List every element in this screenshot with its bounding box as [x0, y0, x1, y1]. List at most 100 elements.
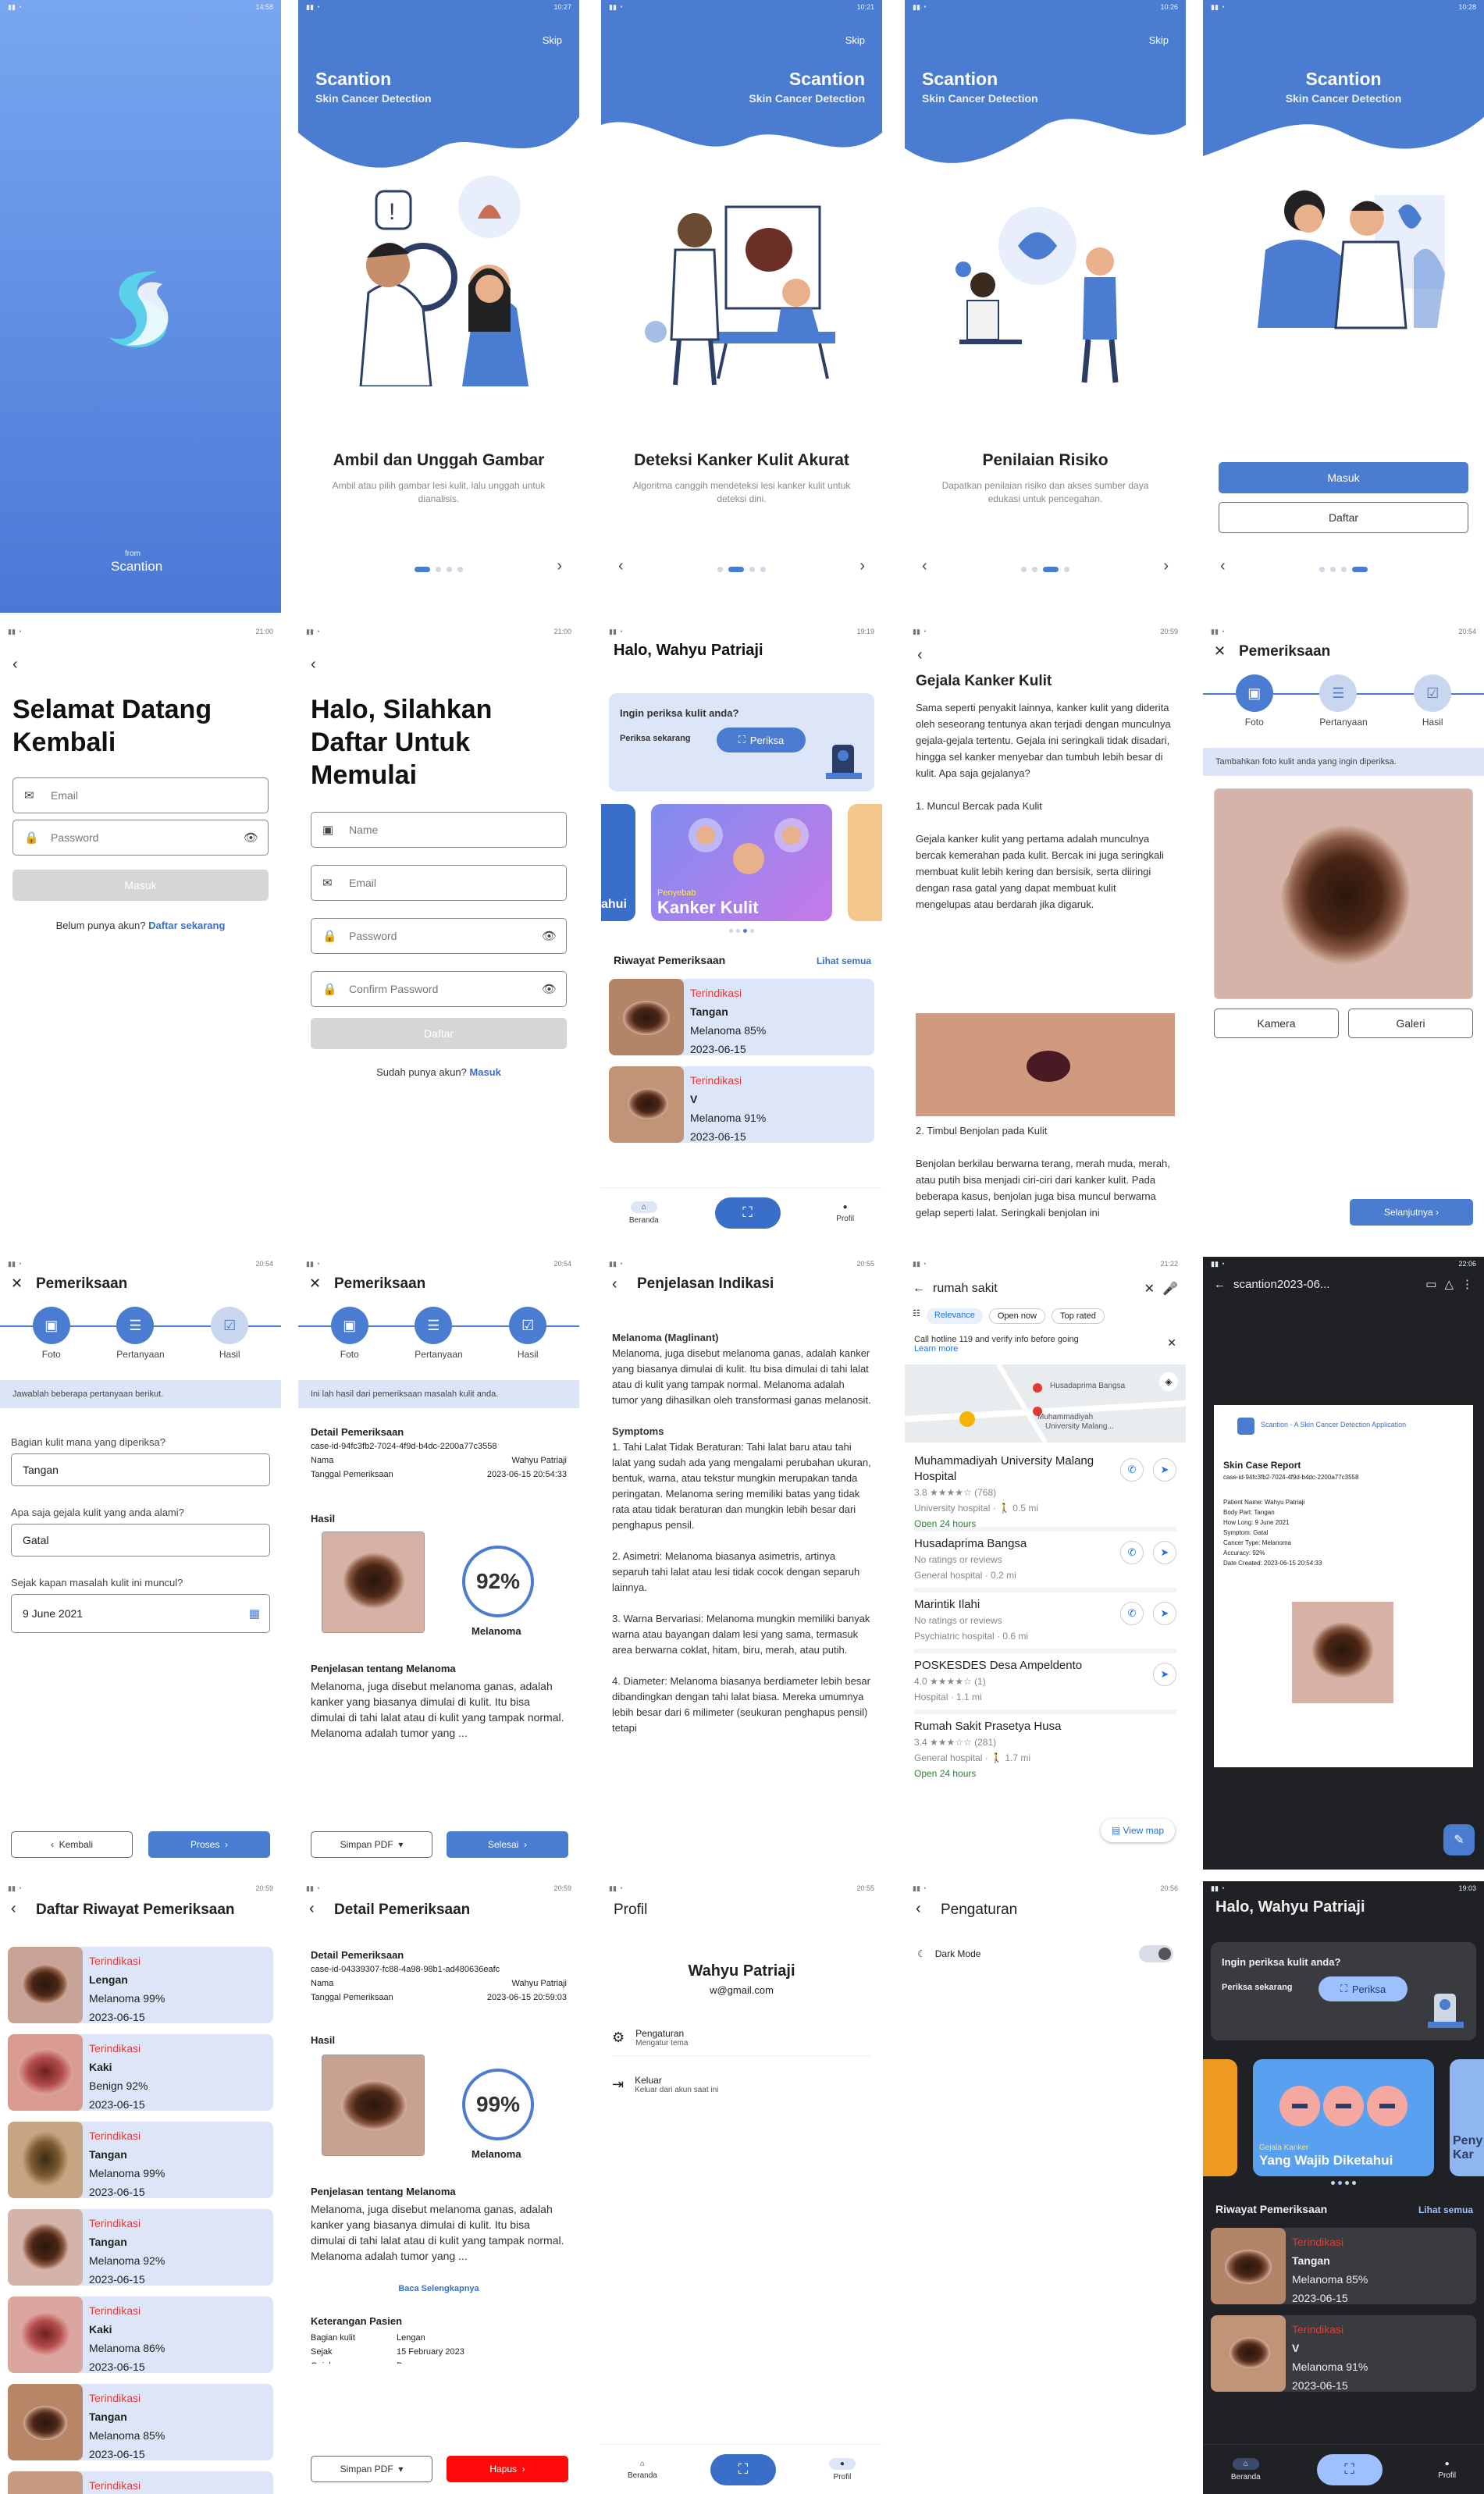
email-field[interactable]: ✉ Email: [311, 865, 567, 901]
prev-arrow-icon[interactable]: ‹: [922, 557, 927, 575]
check-button[interactable]: ⛶ Periksa: [717, 728, 806, 752]
phone-icon[interactable]: ✆: [1120, 1602, 1144, 1625]
place-item[interactable]: Marintik Ilahi No ratings or reviews Psych…: [914, 1588, 1176, 1644]
tab-profile[interactable]: ● Profil: [1438, 2460, 1456, 2480]
name-field[interactable]: ▣ Name: [311, 812, 567, 848]
see-all-link[interactable]: Lihat semua: [817, 955, 871, 966]
close-icon[interactable]: ✕: [11, 1275, 23, 1292]
email-field[interactable]: ✉ Email: [12, 777, 269, 813]
skip-button[interactable]: Skip: [543, 34, 562, 46]
history-card[interactable]: Terindikasi Tangan Melanoma 85% 2023-06-15: [8, 2384, 273, 2460]
tab-home[interactable]: ⌂ Beranda: [629, 1201, 659, 1225]
check-button[interactable]: ⛶ Periksa: [1319, 1976, 1407, 2001]
back-arrow-icon[interactable]: ‹: [917, 646, 923, 664]
more-icon[interactable]: ⋮: [1461, 1277, 1473, 1291]
next-arrow-icon[interactable]: ›: [859, 557, 865, 575]
filter-icon[interactable]: ☷: [913, 1308, 920, 1324]
delete-button[interactable]: Hapus ›: [447, 2456, 568, 2482]
confirm-password-field[interactable]: 🔒 Confirm Password 👁: [311, 971, 567, 1007]
dark-mode-toggle[interactable]: [1139, 1945, 1173, 1962]
directions-icon[interactable]: ➤: [1153, 1458, 1176, 1482]
body-part-input[interactable]: Tangan: [11, 1453, 270, 1486]
eye-icon[interactable]: 👁: [542, 982, 557, 996]
password-field[interactable]: 🔒 Password 👁: [12, 820, 269, 856]
eye-icon[interactable]: 👁: [542, 929, 557, 943]
symptom-input[interactable]: Gatal: [11, 1524, 270, 1557]
banner-carousel[interactable]: ahui Penyebab Kanker Kulit: [601, 804, 882, 921]
place-item[interactable]: POSKESDES Desa Ampeldento 4.0 ★★★★☆ (1) Ho…: [914, 1649, 1176, 1705]
tab-home[interactable]: ⌂ Beranda: [628, 2460, 657, 2480]
chip-top-rated[interactable]: Top rated: [1052, 1308, 1105, 1324]
document-icon[interactable]: ▭: [1425, 1277, 1436, 1291]
next-arrow-icon[interactable]: ›: [557, 557, 562, 575]
register-submit-button[interactable]: Daftar: [311, 1018, 567, 1049]
process-button[interactable]: Proses ›: [148, 1831, 270, 1858]
phone-icon[interactable]: ✆: [1120, 1458, 1144, 1482]
see-all-link[interactable]: Lihat semua: [1418, 2204, 1473, 2215]
prev-arrow-icon[interactable]: ‹: [618, 557, 624, 575]
login-link[interactable]: Masuk: [469, 1066, 500, 1078]
directions-icon[interactable]: ➤: [1153, 1663, 1176, 1686]
close-icon[interactable]: ✕: [1167, 1336, 1176, 1350]
back-arrow-icon[interactable]: ‹: [11, 1900, 16, 1918]
back-arrow-icon[interactable]: ‹: [12, 656, 18, 674]
back-arrow-icon[interactable]: ‹: [916, 1900, 921, 1918]
place-item[interactable]: Rumah Sakit Prasetya Husa 3.4 ★★★☆☆ (281)…: [914, 1710, 1176, 1781]
login-button[interactable]: Masuk: [1219, 462, 1468, 493]
view-map-button[interactable]: ▤ View map: [1100, 1819, 1175, 1842]
gallery-button[interactable]: Galeri: [1348, 1009, 1473, 1038]
next-arrow-icon[interactable]: ›: [1163, 557, 1169, 575]
chip-relevance[interactable]: Relevance: [926, 1308, 983, 1324]
read-more-link[interactable]: Baca Selengkapnya: [298, 2284, 579, 2293]
skip-button[interactable]: Skip: [1149, 34, 1169, 46]
map-view[interactable]: Husadaprima Bangsa Muhammadiyah Universi…: [905, 1364, 1186, 1443]
date-input[interactable]: 9 June 2021 ▦: [11, 1594, 270, 1633]
back-arrow-icon[interactable]: ‹: [309, 1900, 315, 1918]
edit-icon[interactable]: ✎: [1443, 1824, 1475, 1855]
history-card[interactable]: Terindikasi Kaki Benign 92% 2023-06-15: [8, 2034, 273, 2111]
history-card[interactable]: Terindikasi Tangan Melanoma 92% 2023-06-15: [8, 2209, 273, 2286]
tab-profile[interactable]: ● Profil: [828, 2457, 856, 2482]
scan-fab-button[interactable]: ⛶: [714, 1197, 781, 1229]
banner-carousel[interactable]: Gejala Kanker Yang Wajib Diketahui Peny K…: [1203, 2059, 1484, 2176]
scan-fab-button[interactable]: ⛶: [1316, 2453, 1383, 2485]
drive-icon[interactable]: △: [1444, 1277, 1454, 1291]
history-card[interactable]: Terindikasi Tangan Melanoma 85% 2023-06-15: [1211, 2228, 1476, 2304]
place-item[interactable]: Husadaprima Bangsa No ratings or reviews G…: [914, 1527, 1176, 1583]
logout-menu-item[interactable]: ⇥ Keluar Keluar dari akun saat ini: [612, 2075, 871, 2094]
history-card[interactable]: Terindikasi V Melanoma 91% 2023-06-15: [609, 1066, 874, 1143]
close-icon[interactable]: ✕: [309, 1275, 321, 1292]
login-submit-button[interactable]: Masuk: [12, 870, 269, 901]
save-pdf-button[interactable]: Simpan PDF ▾: [311, 1831, 432, 1858]
back-arrow-icon[interactable]: ←: [1214, 1278, 1226, 1291]
directions-icon[interactable]: ➤: [1153, 1602, 1176, 1625]
back-button[interactable]: ‹ Kembali: [11, 1831, 133, 1858]
phone-icon[interactable]: ✆: [1120, 1541, 1144, 1564]
learn-more-link[interactable]: Learn more: [914, 1344, 958, 1354]
next-button[interactable]: Selanjutnya ›: [1350, 1199, 1473, 1226]
camera-button[interactable]: Kamera: [1214, 1009, 1339, 1038]
mic-icon[interactable]: 🎤: [1162, 1281, 1178, 1297]
history-card[interactable]: Terindikasi V Melanoma 91% 2023-06-15: [1211, 2315, 1476, 2392]
history-card[interactable]: Terindikasi: [8, 2471, 273, 2494]
tab-home[interactable]: ⌂ Beranda: [1231, 2457, 1261, 2482]
close-icon[interactable]: ✕: [1214, 643, 1226, 660]
back-arrow-icon[interactable]: ←: [913, 1282, 925, 1296]
skip-button[interactable]: Skip: [845, 34, 865, 46]
directions-icon[interactable]: ➤: [1153, 1541, 1176, 1564]
settings-menu-item[interactable]: ⚙ Pengaturan Mengatur tema: [612, 2028, 871, 2056]
back-arrow-icon[interactable]: ‹: [612, 1275, 617, 1293]
chip-open-now[interactable]: Open now: [988, 1308, 1046, 1324]
password-field[interactable]: 🔒 Password 👁: [311, 918, 567, 954]
history-card[interactable]: Terindikasi Tangan Melanoma 85% 2023-06-15: [609, 979, 874, 1055]
eye-icon[interactable]: 👁: [244, 831, 258, 845]
register-button[interactable]: Daftar: [1219, 502, 1468, 533]
maps-search-bar[interactable]: ← rumah sakit ✕ 🎤: [913, 1275, 1178, 1302]
close-icon[interactable]: ✕: [1144, 1281, 1155, 1297]
history-card[interactable]: Terindikasi Tangan Melanoma 99% 2023-06-15: [8, 2122, 273, 2198]
register-link[interactable]: Daftar sekarang: [148, 920, 225, 931]
history-card[interactable]: Terindikasi Kaki Melanoma 86% 2023-06-15: [8, 2297, 273, 2373]
done-button[interactable]: Selesai ›: [447, 1831, 568, 1858]
save-pdf-button[interactable]: Simpan PDF ▾: [311, 2456, 432, 2482]
history-card[interactable]: Terindikasi Lengan Melanoma 99% 2023-06-15: [8, 1947, 273, 2023]
